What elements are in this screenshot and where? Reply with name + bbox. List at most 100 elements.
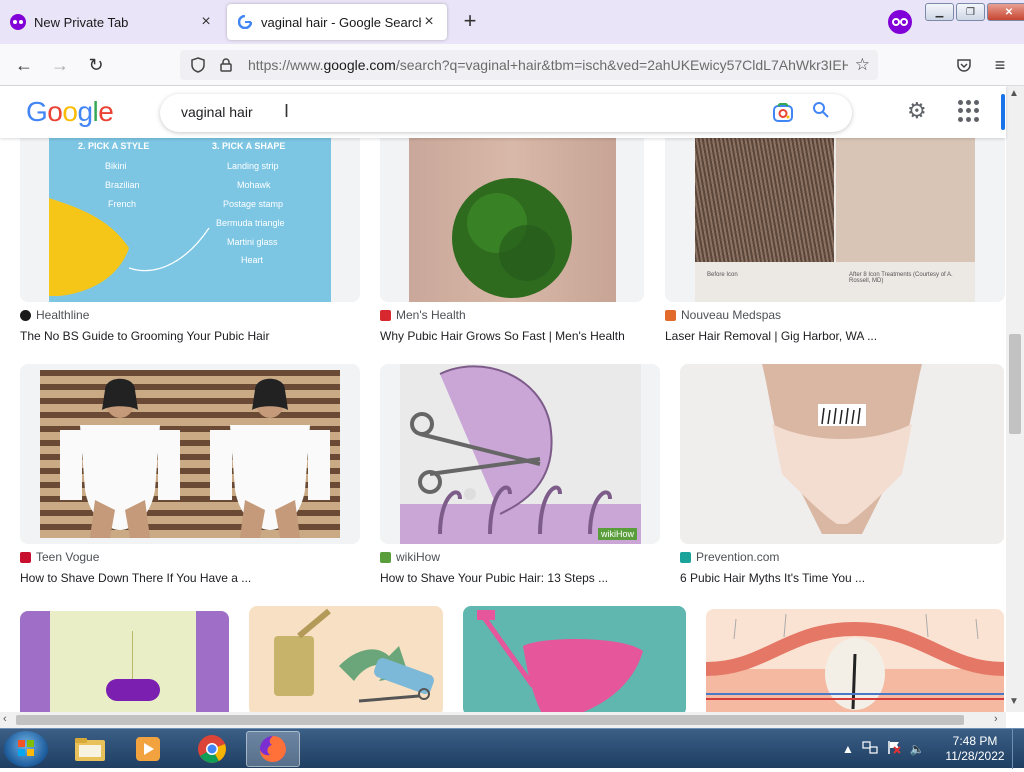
bookmark-star-icon[interactable]: ☆ [855, 55, 870, 75]
file-explorer-icon[interactable] [64, 731, 116, 767]
google-apps-icon[interactable] [958, 100, 980, 122]
thumb-text: Martini glass [227, 237, 278, 247]
restore-button[interactable]: ❐ [956, 3, 985, 21]
lock-icon[interactable] [216, 55, 236, 75]
close-icon[interactable]: × [198, 14, 214, 30]
start-button[interactable] [4, 731, 48, 767]
scroll-left-arrow-icon[interactable]: ‹ [3, 713, 7, 725]
tab-new-private[interactable]: New Private Tab × [0, 4, 224, 40]
private-browsing-icon [888, 10, 912, 34]
search-box[interactable]: vaginal hair I [160, 94, 852, 132]
browser-window: New Private Tab × vaginal hair - Google … [0, 0, 1024, 728]
search-icon[interactable] [812, 101, 830, 124]
result-thumbnail[interactable] [463, 606, 686, 712]
result-thumbnail[interactable]: 2. PICK A STYLE Bikini Brazilian French … [20, 138, 360, 302]
result-source[interactable]: Teen Vogue [20, 550, 99, 564]
result-title[interactable]: How to Shave Down There If You Have a ..… [20, 571, 251, 585]
nouveau-medspas-favicon-icon [665, 309, 676, 321]
result-thumbnail[interactable]: wikiHow [380, 364, 660, 544]
settings-gear-icon[interactable]: ⚙ [907, 98, 927, 124]
scroll-down-arrow-icon[interactable]: ▼ [1009, 696, 1019, 707]
shield-icon[interactable] [188, 55, 208, 75]
nav-bar: ← → ↻ https://www.google.com/search?q=va… [0, 44, 1024, 86]
prevention-favicon-icon [680, 551, 691, 563]
google-logo[interactable]: Google [26, 96, 114, 128]
back-button[interactable]: ← [12, 53, 36, 77]
media-player-icon[interactable] [122, 731, 174, 767]
new-tab-button[interactable]: + [458, 10, 482, 34]
source-label: Healthline [36, 308, 90, 322]
close-window-button[interactable]: ✕ [987, 3, 1024, 21]
source-label: Nouveau Medspas [681, 308, 782, 322]
hamburger-menu-icon[interactable]: ≡ [988, 53, 1012, 77]
result-thumbnail[interactable] [706, 609, 1004, 712]
show-hidden-icons-icon[interactable]: ▲ [842, 742, 854, 756]
show-desktop-button[interactable] [1012, 729, 1024, 769]
text-cursor-icon: I [284, 101, 290, 121]
forward-button[interactable]: → [48, 53, 72, 77]
thumb-text: Landing strip [227, 161, 279, 171]
url-bar[interactable]: https://www.google.com/search?q=vaginal+… [180, 50, 878, 80]
thumb-text: wikiHow [597, 528, 637, 540]
healthline-favicon-icon [20, 309, 31, 321]
horizontal-scrollbar[interactable]: ‹ › [0, 712, 1006, 728]
tab-label: New Private Tab [34, 14, 129, 30]
result-thumbnail[interactable] [380, 138, 644, 302]
result-title[interactable]: 6 Pubic Hair Myths It's Time You ... [680, 571, 865, 585]
account-button[interactable] [1001, 94, 1005, 130]
horizontal-scroll-thumb[interactable] [16, 715, 964, 725]
close-icon[interactable]: × [421, 14, 437, 30]
result-source[interactable]: Nouveau Medspas [665, 308, 781, 322]
vertical-scrollbar[interactable]: ▲ ▼ [1006, 86, 1024, 712]
scroll-right-arrow-icon[interactable]: › [994, 713, 998, 725]
tab-label: vaginal hair - Google Search [261, 14, 421, 30]
scroll-up-arrow-icon[interactable]: ▲ [1009, 88, 1019, 99]
clock[interactable]: 7:48 PM 11/28/2022 [943, 734, 1007, 764]
google-header: Google vaginal hair I ⚙ [0, 86, 1006, 138]
result-title[interactable]: How to Shave Your Pubic Hair: 13 Steps .… [380, 571, 608, 585]
thumb-text: After 8 Icon Treatments (Courtesy of A. … [849, 272, 953, 284]
url-host: google.com [323, 57, 396, 73]
volume-icon[interactable]: 🔈 [910, 742, 925, 756]
result-thumbnail[interactable]: Before Icon After 8 Icon Treatments (Cou… [665, 138, 1005, 302]
action-center-flag-icon[interactable] [886, 739, 902, 758]
clock-time: 7:48 PM [952, 734, 998, 748]
url-text[interactable]: https://www.google.com/search?q=vaginal+… [248, 57, 848, 73]
result-thumbnail[interactable] [20, 611, 229, 712]
thumb-text: 2. PICK A STYLE [78, 141, 150, 151]
google-favicon-icon [237, 14, 253, 30]
private-mask-icon [10, 14, 26, 30]
chrome-icon[interactable] [186, 731, 238, 767]
network-icon[interactable] [862, 739, 878, 758]
result-source[interactable]: Healthline [20, 308, 89, 322]
url-prefix: https://www. [248, 57, 324, 73]
thumb-text: 3. PICK A SHAPE [212, 141, 286, 151]
source-label: Teen Vogue [36, 550, 100, 564]
window-controls: ▁ ❐ ✕ [925, 3, 1024, 21]
thumb-text: Heart [241, 255, 264, 265]
result-thumbnail[interactable] [249, 606, 443, 712]
search-input[interactable]: vaginal hair [181, 104, 253, 120]
result-title[interactable]: Laser Hair Removal | Gig Harbor, WA ... [665, 329, 877, 343]
source-label: Men's Health [396, 308, 466, 322]
thumb-text: Brazilian [105, 180, 140, 190]
google-lens-icon[interactable] [772, 103, 794, 123]
url-path: /search?q=vaginal+hair&tbm=isch&ved=2ahU… [395, 57, 848, 73]
result-title[interactable]: Why Pubic Hair Grows So Fast | Men's Hea… [380, 329, 625, 343]
mens-health-favicon-icon [380, 309, 391, 321]
reload-button[interactable]: ↻ [84, 53, 108, 77]
pocket-icon[interactable] [952, 53, 976, 77]
minimize-button[interactable]: ▁ [925, 3, 954, 21]
result-title[interactable]: The No BS Guide to Grooming Your Pubic H… [20, 329, 269, 343]
result-source[interactable]: Men's Health [380, 308, 466, 322]
firefox-icon[interactable] [246, 731, 300, 767]
clock-date: 11/28/2022 [945, 749, 1005, 763]
thumb-text: French [108, 199, 137, 209]
thumb-text: Bikini [105, 161, 127, 171]
result-thumbnail[interactable] [20, 364, 360, 544]
result-source[interactable]: Prevention.com [680, 550, 779, 564]
tab-google-search[interactable]: vaginal hair - Google Search × [227, 4, 447, 40]
result-source[interactable]: wikiHow [380, 550, 440, 564]
result-thumbnail[interactable] [680, 364, 1004, 544]
vertical-scroll-thumb[interactable] [1009, 334, 1021, 434]
